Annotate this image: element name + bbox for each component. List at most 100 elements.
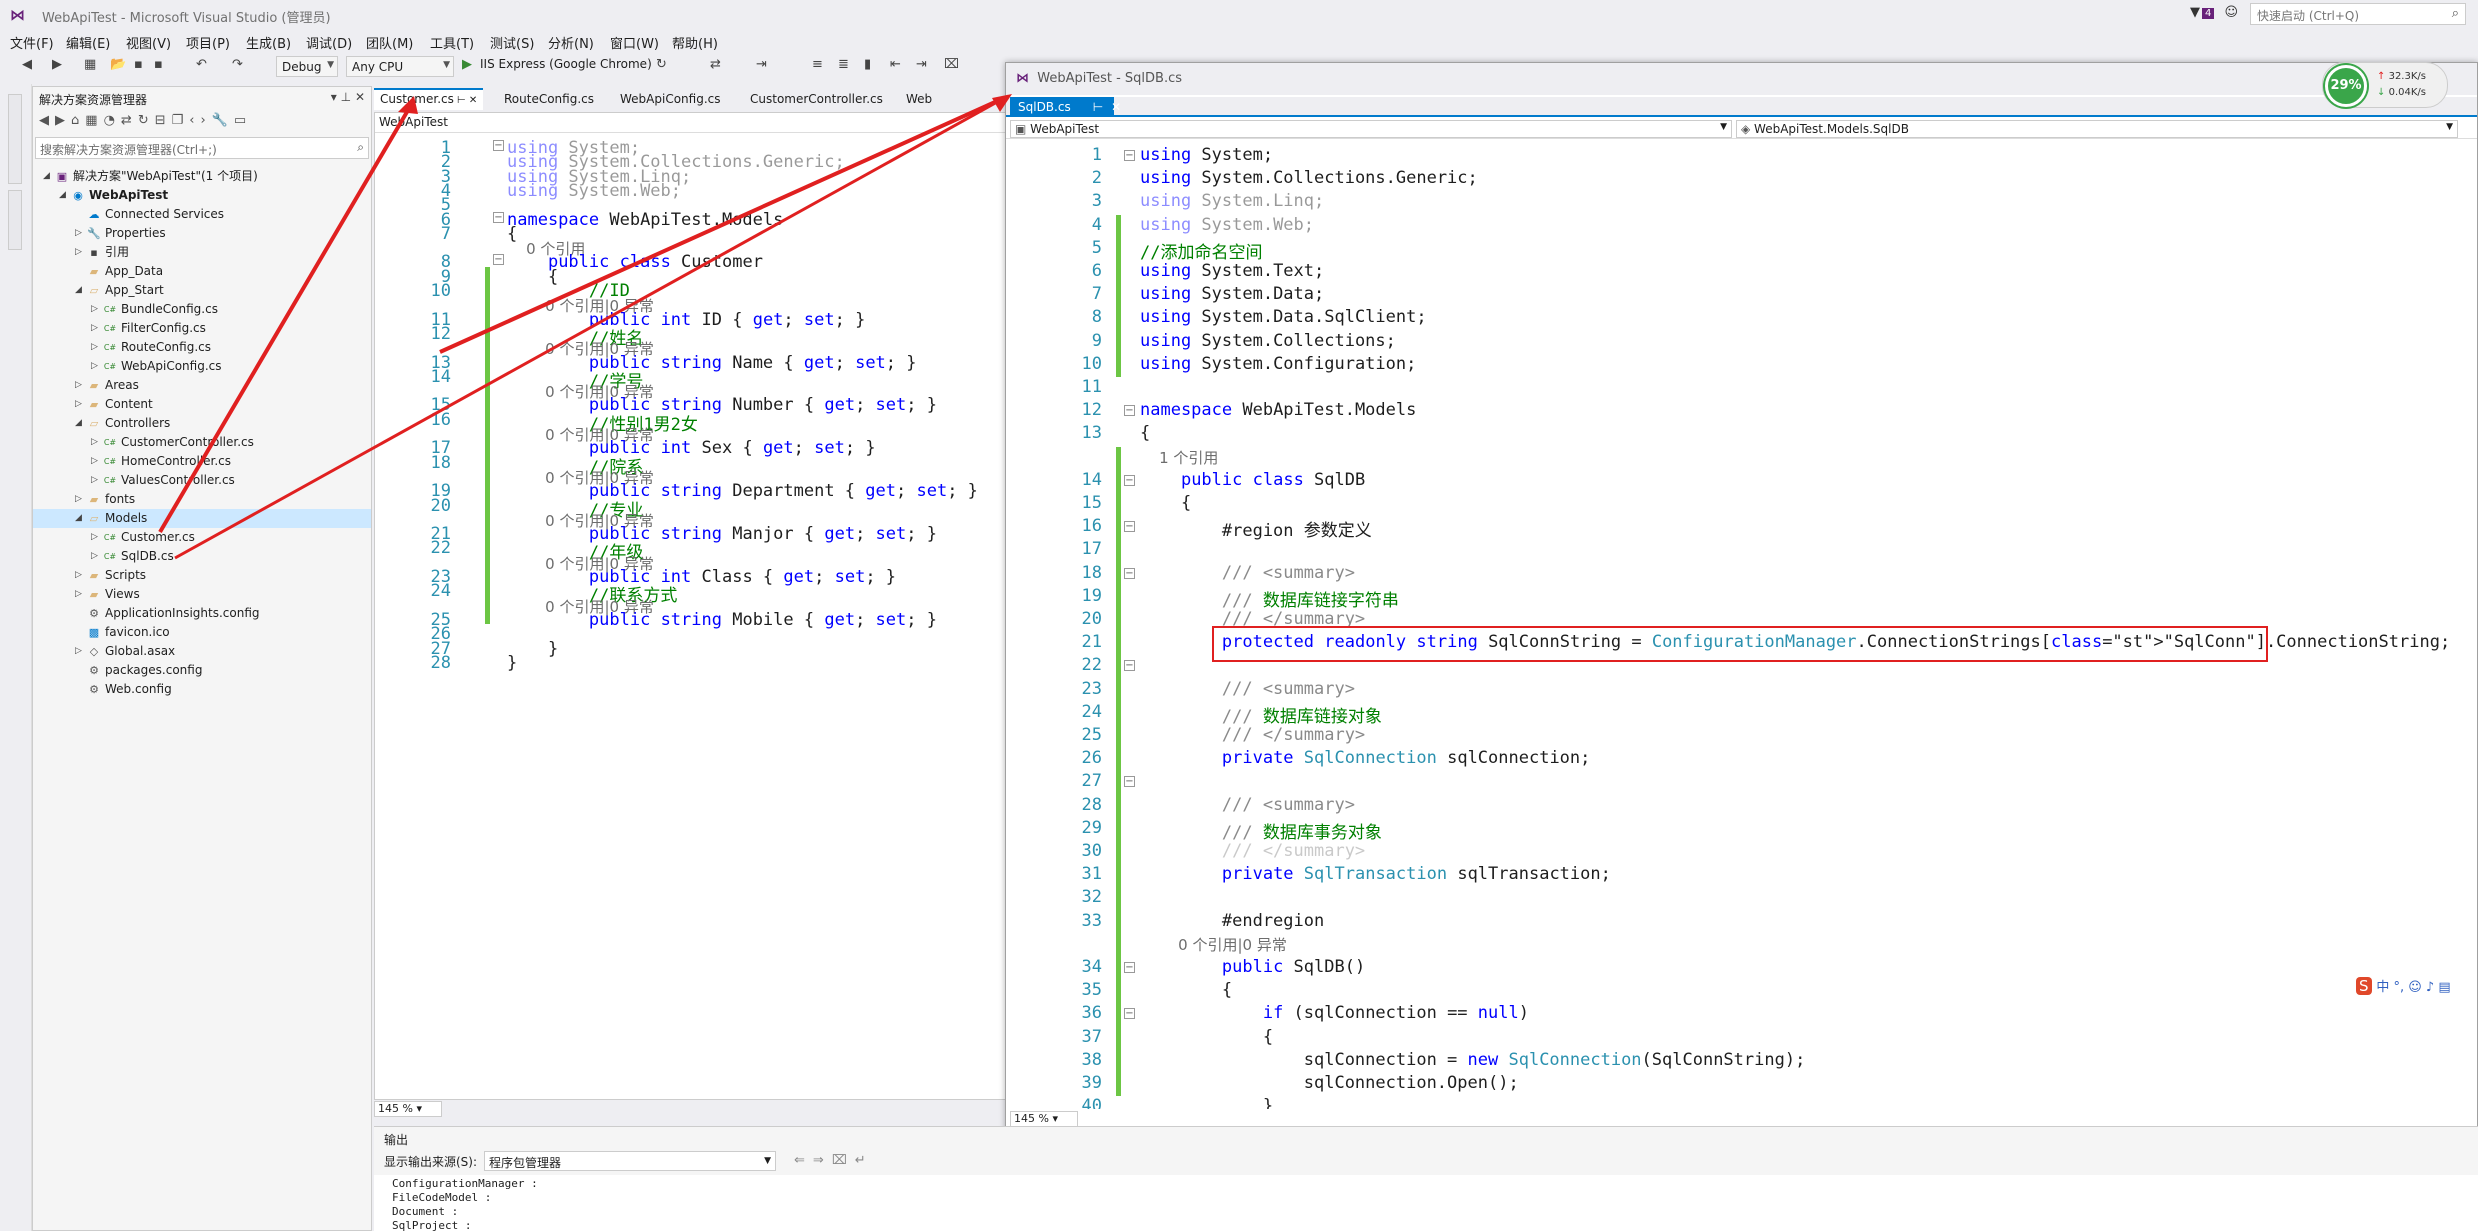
forward-icon[interactable]: ▶ bbox=[55, 113, 71, 128]
collapse-toggle-icon[interactable]: − bbox=[1124, 474, 1135, 486]
close-icon[interactable]: ✕ bbox=[355, 90, 365, 104]
menu-item-9[interactable]: 分析(N) bbox=[548, 33, 594, 52]
tree-item[interactable]: ▷ C# WebApiConfig.cs bbox=[33, 357, 371, 376]
pending-changes-icon[interactable]: ◔ bbox=[104, 113, 121, 128]
code-line[interactable]: /// <summary> bbox=[1140, 679, 1355, 699]
properties-icon[interactable]: 🔧 bbox=[212, 113, 234, 128]
collapse-all-icon[interactable]: ⊟ bbox=[155, 113, 172, 128]
format-icon[interactable]: ≡ bbox=[812, 57, 823, 72]
collapse-toggle-icon[interactable]: − bbox=[1124, 962, 1135, 973]
collapse-arrow-icon[interactable]: ◢ bbox=[75, 414, 85, 433]
tree-item[interactable]: ▷ C# CustomerController.cs bbox=[33, 433, 371, 452]
feedback-icon[interactable]: ☺ bbox=[2225, 5, 2239, 20]
code-line[interactable]: } bbox=[1140, 1096, 1273, 1109]
code-area[interactable]: 1 using System; 2 using System.Collections.… bbox=[1006, 141, 2477, 1109]
code-line[interactable]: using System; bbox=[1140, 145, 1273, 165]
expand-arrow-icon[interactable]: ▷ bbox=[91, 300, 101, 319]
code-line[interactable]: using System.Linq; bbox=[1140, 191, 1324, 211]
zoom-select[interactable]: 145 % ▾ bbox=[1010, 1111, 1078, 1127]
tab-0[interactable]: Customer.cs ⊢ ✕ bbox=[374, 88, 484, 110]
collapse-toggle-icon[interactable]: − bbox=[1124, 521, 1135, 533]
code-line[interactable]: { bbox=[1140, 493, 1191, 513]
expand-arrow-icon[interactable]: ▷ bbox=[75, 566, 85, 585]
code-line[interactable]: using System.Data; bbox=[1140, 284, 1324, 304]
configuration-select[interactable]: Debug ▼ bbox=[276, 56, 338, 77]
project-dropdown[interactable]: WebApiTest bbox=[379, 115, 448, 129]
tree-item[interactable]: ▷ ▰ Views bbox=[33, 585, 371, 604]
tree-item[interactable]: ▷ ▰ Areas bbox=[33, 376, 371, 395]
tree-item[interactable]: ▷ C# Customer.cs bbox=[33, 528, 371, 547]
tree-item[interactable]: ◢ ▱ Controllers bbox=[33, 414, 371, 433]
notification-flag-icon[interactable]: ▼ 4 ☺ bbox=[2190, 5, 2238, 20]
code-line[interactable]: namespace WebApiTest.Models bbox=[507, 210, 783, 230]
code-line[interactable]: using System.Text; bbox=[1140, 261, 1324, 281]
preview-icon[interactable]: ▭ bbox=[234, 113, 252, 128]
menu-item-0[interactable]: 文件(F) bbox=[10, 33, 54, 52]
code-line[interactable]: #region 参数定义 bbox=[1140, 516, 1372, 541]
show-all-files-icon[interactable]: ❐ bbox=[172, 113, 190, 128]
expand-arrow-icon[interactable]: ▷ bbox=[91, 357, 101, 376]
collapse-toggle-icon[interactable]: − bbox=[1124, 1008, 1135, 1020]
expand-arrow-icon[interactable]: ▷ bbox=[75, 395, 85, 414]
collapse-arrow-icon[interactable]: ◢ bbox=[59, 186, 69, 205]
tree-item[interactable]: ▷ C# FilterConfig.cs bbox=[33, 319, 371, 338]
output-text[interactable]: ConfigurationManager : FileCodeModel : Doc… bbox=[374, 1175, 2478, 1231]
code-line[interactable]: /// <summary> bbox=[1140, 563, 1355, 583]
back-icon[interactable]: ◀ bbox=[39, 113, 55, 128]
code-line[interactable]: 1 个引用 bbox=[1140, 447, 1218, 468]
code-line[interactable]: using System.Collections; bbox=[1140, 331, 1396, 351]
code-line[interactable]: 0 个引用|0 异常 bbox=[1140, 934, 1287, 955]
code-line[interactable]: /// <summary> bbox=[1140, 795, 1355, 815]
collapse-toggle-icon[interactable]: − bbox=[493, 254, 504, 266]
solution-search-input[interactable]: 搜索解决方案资源管理器(Ctrl+;) ⌕ bbox=[35, 137, 369, 159]
collapse-arrow-icon[interactable]: ◢ bbox=[75, 509, 85, 528]
expand-arrow-icon[interactable]: ▷ bbox=[75, 585, 85, 604]
sync-icon[interactable]: ⇄ bbox=[121, 113, 138, 128]
toolbox-tab[interactable] bbox=[8, 190, 22, 250]
tree-item[interactable]: ◢ ▣ 解决方案"WebApiTest"(1 个项目) bbox=[33, 167, 371, 186]
code-line[interactable]: /// </summary> bbox=[1140, 841, 1365, 861]
code-line[interactable]: /// 数据库事务对象 bbox=[1140, 818, 1382, 843]
pin-icon[interactable]: ⊢ bbox=[1093, 100, 1103, 114]
code-line[interactable]: using System.Web; bbox=[1140, 215, 1314, 235]
tab-close-icon[interactable]: ⊢ ✕ bbox=[454, 95, 477, 106]
menu-item-4[interactable]: 生成(B) bbox=[246, 33, 291, 52]
collapse-arrow-icon[interactable]: ◢ bbox=[43, 167, 53, 186]
bookmark-icon[interactable]: ▮ bbox=[864, 57, 871, 72]
tree-item[interactable]: ☁ Connected Services bbox=[33, 205, 371, 224]
switch-view-icon[interactable]: ▦ bbox=[85, 113, 103, 128]
tree-item[interactable]: ◢ ▱ Models bbox=[33, 509, 371, 528]
open-file-icon[interactable]: 📂 bbox=[110, 57, 126, 72]
tab-4[interactable]: Web bbox=[900, 88, 938, 110]
tree-item[interactable]: ▷ C# HomeController.cs bbox=[33, 452, 371, 471]
output-source-select[interactable]: 程序包管理器 ▼ bbox=[484, 1151, 776, 1171]
collapse-toggle-icon[interactable]: − bbox=[1124, 567, 1135, 579]
expand-arrow-icon[interactable]: ▷ bbox=[75, 243, 85, 262]
view-code-icon[interactable]: ‹› bbox=[189, 113, 211, 128]
code-line[interactable]: { bbox=[1140, 980, 1232, 1000]
code-line[interactable]: namespace WebApiTest.Models bbox=[1140, 400, 1416, 420]
menu-item-3[interactable]: 项目(P) bbox=[186, 33, 230, 52]
tree-item[interactable]: ▷ ▰ Content bbox=[33, 395, 371, 414]
browser-link-icon[interactable]: ⇄ bbox=[710, 57, 721, 72]
collapse-toggle-icon[interactable]: − bbox=[1124, 660, 1135, 672]
platform-select[interactable]: Any CPU ▼ bbox=[346, 56, 454, 77]
menu-item-8[interactable]: 测试(S) bbox=[490, 33, 534, 52]
network-meter-widget[interactable]: 29% ↑ 32.3K/s ↓ 0.04K/s bbox=[2322, 62, 2448, 108]
tree-item[interactable]: ▷ ▰ fonts bbox=[33, 490, 371, 509]
pin-icon[interactable]: ⊥ bbox=[341, 90, 351, 104]
code-line[interactable]: #endregion bbox=[1140, 911, 1324, 931]
code-area[interactable]: 1 using System; 2 using System.Collections.… bbox=[375, 135, 1009, 1095]
tree-item[interactable]: ▷ ▪ 引用 bbox=[33, 243, 371, 262]
tree-item[interactable]: ▷ ▰ Scripts bbox=[33, 566, 371, 585]
expand-arrow-icon[interactable]: ▷ bbox=[75, 642, 85, 661]
code-line[interactable]: //添加命名空间 bbox=[1140, 238, 1262, 263]
expand-arrow-icon[interactable]: ▷ bbox=[75, 224, 85, 243]
project-dropdown[interactable]: ▣ WebApiTest ▼ bbox=[1010, 120, 1732, 138]
collapse-arrow-icon[interactable]: ◢ bbox=[75, 281, 85, 300]
forward-icon[interactable]: ▶ bbox=[52, 57, 62, 72]
code-line[interactable]: public SqlDB() bbox=[1140, 957, 1365, 977]
tree-item[interactable]: ◢ ▱ App_Start bbox=[33, 281, 371, 300]
tree-item[interactable]: ⚙ packages.config bbox=[33, 661, 371, 680]
start-debug-button[interactable]: IIS Express (Google Chrome) bbox=[480, 57, 652, 71]
